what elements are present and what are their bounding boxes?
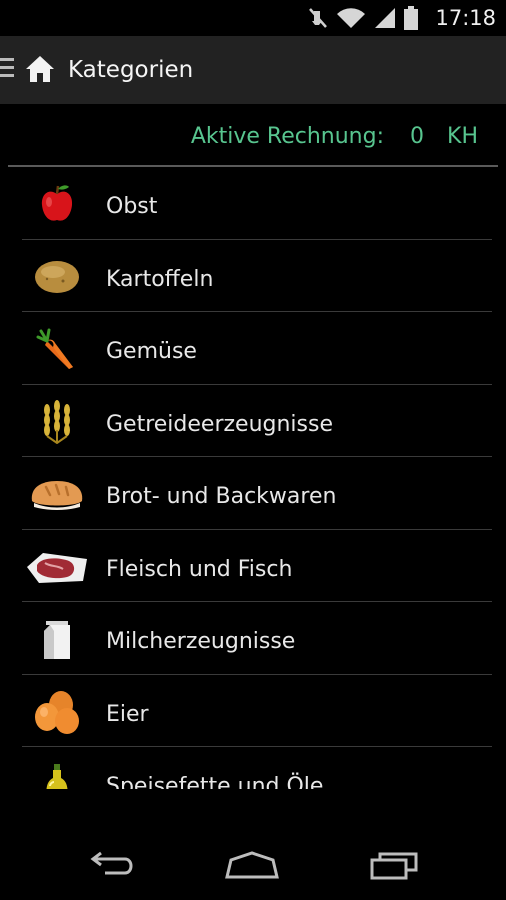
category-item-eier[interactable]: Eier	[0, 675, 506, 747]
category-item-gemuese[interactable]: Gemüse	[0, 312, 506, 385]
category-label: Fleisch und Fisch	[106, 556, 293, 582]
navigation-bar	[0, 820, 506, 900]
active-bill-label: Aktive Rechnung:	[190, 124, 384, 149]
category-item-brot[interactable]: Brot- und Backwaren	[0, 457, 506, 530]
category-item-fleisch[interactable]: Fleisch und Fisch	[0, 530, 506, 602]
category-item-fette[interactable]: Speisefette und Öle	[0, 747, 506, 789]
page-title: Kategorien	[68, 57, 194, 83]
potato-icon	[22, 254, 92, 300]
category-label: Obst	[106, 194, 158, 219]
category-label: Kartoffeln	[106, 266, 214, 292]
status-icons	[308, 5, 418, 31]
milk-carton-icon	[22, 616, 92, 662]
recent-apps-icon[interactable]	[364, 848, 424, 882]
active-bill: Aktive Rechnung: 0 KH	[0, 104, 506, 166]
category-label: Speisefette und Öle	[106, 774, 324, 789]
category-label: Gemüse	[106, 339, 197, 364]
carrot-icon	[22, 326, 92, 372]
wifi-icon	[337, 8, 365, 29]
meat-icon	[22, 544, 92, 590]
category-label: Getreideerzeugnisse	[106, 411, 334, 437]
bread-icon	[22, 471, 92, 517]
category-item-kartoffeln[interactable]: Kartoffeln	[0, 240, 506, 312]
oil-bottle-icon	[22, 761, 92, 789]
active-bill-value: 0	[410, 124, 424, 149]
apple-icon	[22, 181, 92, 227]
hamburger-icon[interactable]	[0, 58, 14, 82]
clock: 17:18	[435, 6, 496, 30]
wheat-icon	[22, 399, 92, 445]
active-bill-unit: KH	[447, 124, 478, 149]
mute-icon	[309, 8, 327, 28]
category-item-obst[interactable]: Obst	[0, 167, 506, 240]
category-label: Brot- und Backwaren	[106, 484, 337, 509]
battery-icon	[404, 6, 418, 30]
action-bar: Kategorien	[0, 36, 506, 104]
category-label: Milcherzeugnisse	[106, 629, 296, 654]
home-nav-icon[interactable]	[222, 848, 282, 882]
eggs-icon	[22, 689, 92, 735]
category-item-milch[interactable]: Milcherzeugnisse	[0, 602, 506, 675]
back-icon[interactable]	[82, 848, 142, 882]
home-icon[interactable]	[24, 53, 56, 85]
category-label: Eier	[106, 701, 149, 727]
category-list[interactable]: Obst Kartoffeln Gemüse Getreideerzeugnis…	[0, 167, 506, 789]
signal-icon	[375, 8, 395, 28]
status-bar: 17:18	[0, 0, 506, 36]
category-item-getreide[interactable]: Getreideerzeugnisse	[0, 385, 506, 457]
